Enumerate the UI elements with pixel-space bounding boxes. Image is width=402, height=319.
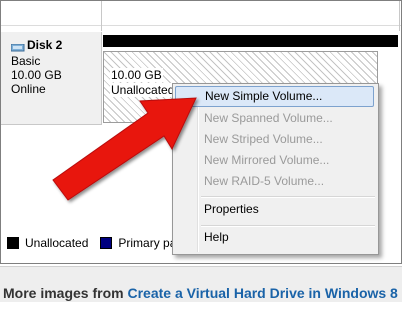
disk-title: Disk 2 [10, 38, 63, 52]
previous-disk-row [1, 1, 401, 31]
disk-status: Online [11, 82, 46, 96]
legend-swatch-navy [100, 237, 113, 249]
menu-item-new-simple-volume[interactable]: New Simple Volume... [175, 86, 374, 107]
row-divider [1, 25, 401, 26]
menu-item-label: New RAID-5 Volume... [204, 174, 325, 188]
menu-item-label: Help [204, 230, 229, 244]
disk-name: Disk 2 [27, 38, 63, 52]
menu-item-new-raid5-volume[interactable]: New RAID-5 Volume... [175, 171, 374, 192]
legend-label: Unallocated [25, 236, 89, 250]
menu-item-label: New Spanned Volume... [204, 111, 333, 125]
column-divider [101, 1, 102, 31]
legend-swatch-black [7, 237, 19, 249]
caption-link[interactable]: Create a Virtual Hard Drive in Windows 8 [127, 285, 397, 301]
partition-state: Unallocated [110, 83, 176, 97]
disk-drive-icon [10, 41, 25, 52]
unallocated-header-bar [103, 35, 398, 47]
context-menu: New Simple Volume... New Spanned Volume.… [172, 83, 379, 255]
menu-item-new-striped-volume[interactable]: New Striped Volume... [175, 129, 374, 150]
column-divider [399, 1, 400, 31]
legend-item-unallocated: Unallocated [7, 236, 88, 250]
caption-bar: More images from Create a Virtual Hard D… [0, 266, 402, 302]
menu-item-new-mirrored-volume[interactable]: New Mirrored Volume... [175, 150, 374, 171]
disk-info-panel[interactable]: Disk 2 Basic 10.00 GB Online [1, 32, 102, 125]
menu-item-label: New Mirrored Volume... [204, 153, 330, 167]
caption-prefix: More images from [3, 285, 128, 301]
menu-item-label: New Striped Volume... [204, 132, 323, 146]
partition-size: 10.00 GB [110, 68, 163, 82]
menu-item-new-spanned-volume[interactable]: New Spanned Volume... [175, 108, 374, 129]
menu-separator [201, 196, 375, 198]
disk-type: Basic [11, 54, 41, 68]
disk-size: 10.00 GB [11, 68, 62, 82]
menu-item-label: Properties [204, 202, 259, 216]
menu-item-help[interactable]: Help [175, 227, 374, 248]
menu-item-properties[interactable]: Properties [175, 199, 374, 220]
menu-item-label: New Simple Volume... [205, 89, 323, 103]
